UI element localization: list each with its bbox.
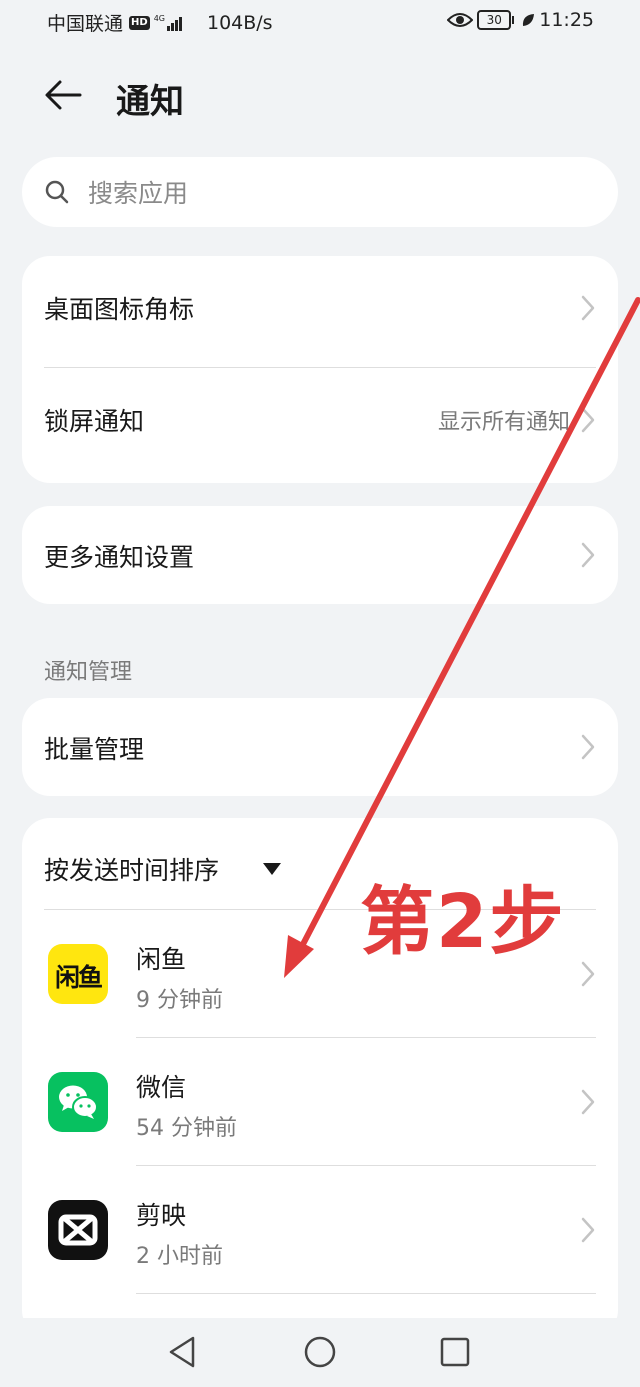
system-nav-bar bbox=[0, 1318, 640, 1387]
nav-home-icon[interactable] bbox=[302, 1334, 338, 1370]
nav-back-icon[interactable] bbox=[165, 1334, 201, 1370]
annotation-arrow bbox=[284, 297, 640, 978]
annotation-step-label: 第2步 bbox=[360, 879, 566, 965]
nav-recents-icon[interactable] bbox=[437, 1334, 473, 1370]
